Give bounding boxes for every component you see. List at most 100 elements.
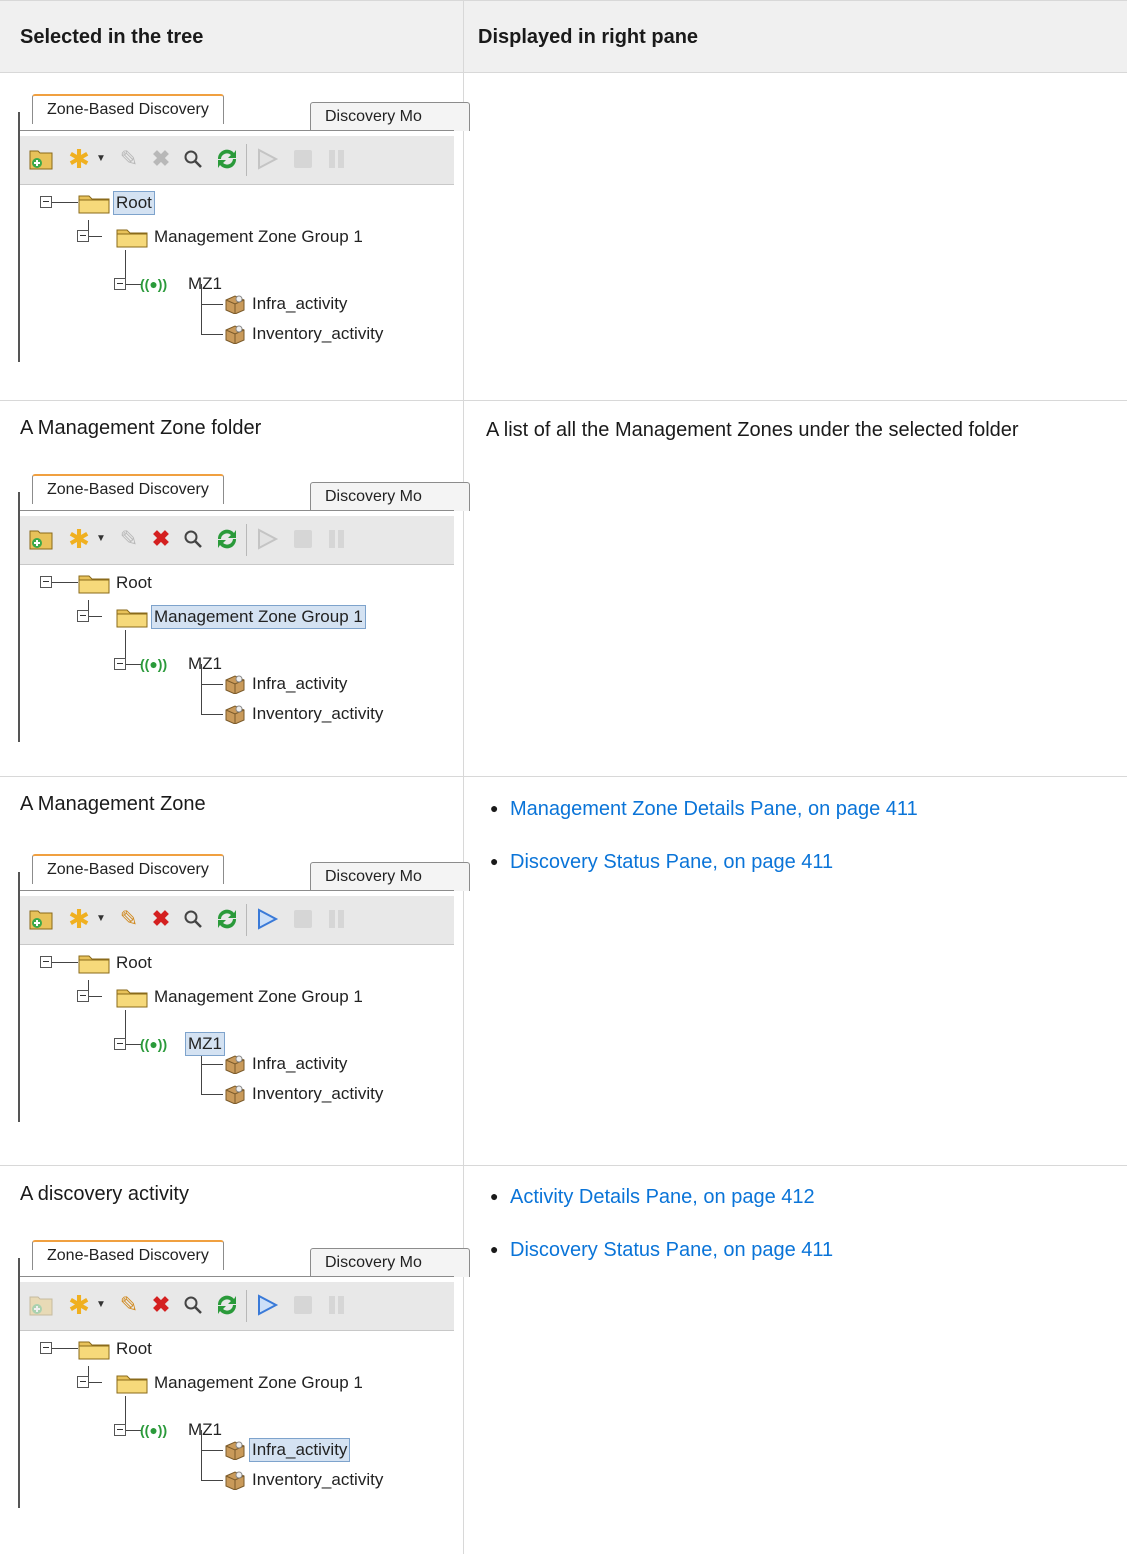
new-folder-icon[interactable] [28, 526, 54, 552]
package-box-icon [224, 324, 246, 345]
link-discovery-status[interactable]: Discovery Status Pane, on page 411 [510, 851, 833, 873]
tree-node-root[interactable]: Root [116, 572, 152, 594]
tree-node-group[interactable]: Management Zone Group 1 [154, 1372, 363, 1394]
edit-pencil-icon[interactable]: ✎ [116, 146, 142, 172]
tree-node-group[interactable]: Management Zone Group 1 [154, 226, 363, 248]
link-management-zone-details[interactable]: Management Zone Details Pane, on page 41… [510, 798, 918, 820]
tree-node-zone[interactable]: MZ1 [188, 273, 222, 295]
tab-underline [20, 130, 454, 131]
edit-pencil-icon[interactable]: ✎ [116, 1292, 142, 1318]
discovery-tree: ((●)) Root Management Zone Group 1 MZ1 Infra… [20, 952, 454, 1122]
list-item[interactable]: ● Discovery Status Pane, on page 411 [490, 847, 833, 876]
tree-node-activity[interactable]: Infra_activity [249, 1438, 351, 1462]
tree-node-root[interactable]: Root [116, 952, 152, 974]
tab-zone-based-discovery[interactable]: Zone-Based Discovery [32, 474, 224, 504]
tree-node-zone[interactable]: MZ1 [188, 1419, 222, 1441]
search-icon[interactable] [180, 526, 206, 552]
search-icon[interactable] [180, 906, 206, 932]
tab-underline [20, 890, 454, 891]
column-divider [463, 0, 464, 1554]
refresh-icon[interactable] [214, 906, 240, 932]
chevron-down-icon[interactable]: ▼ [88, 526, 114, 552]
tree-node-activity[interactable]: Inventory_activity [252, 323, 383, 345]
tree-node-group[interactable]: Management Zone Group 1 [151, 605, 366, 629]
tab-zone-based-discovery[interactable]: Zone-Based Discovery [32, 854, 224, 884]
chevron-down-icon[interactable]: ▼ [88, 146, 114, 172]
pause-icon[interactable] [324, 526, 350, 552]
new-folder-icon[interactable] [28, 146, 54, 172]
new-folder-icon[interactable] [28, 906, 54, 932]
delete-x-icon[interactable]: ✖ [148, 906, 174, 932]
tree-node-zone[interactable]: MZ1 [188, 653, 222, 675]
stop-icon[interactable] [290, 526, 316, 552]
list-item[interactable]: ● Activity Details Pane, on page 412 [490, 1182, 815, 1211]
collapse-icon[interactable] [77, 990, 89, 1002]
bullet: ● [490, 1241, 499, 1257]
tab-zone-based-discovery[interactable]: Zone-Based Discovery [32, 1240, 224, 1270]
refresh-icon[interactable] [214, 526, 240, 552]
tree-screenshot: Zone-Based Discovery Discovery Mo ✱ ▼ ✎ ✖ ((●)… [18, 852, 470, 1122]
collapse-icon[interactable] [77, 230, 89, 242]
run-icon[interactable] [254, 146, 280, 172]
header-displayed-in-right-pane: Displayed in right pane [478, 26, 699, 48]
tree-node-zone[interactable]: MZ1 [185, 1032, 225, 1056]
tree-node-activity[interactable]: Inventory_activity [252, 703, 383, 725]
tree-node-activity[interactable]: Infra_activity [252, 1053, 347, 1075]
chevron-down-icon[interactable]: ▼ [88, 1292, 114, 1318]
search-icon[interactable] [180, 1292, 206, 1318]
tab-zone-based-discovery[interactable]: Zone-Based Discovery [32, 94, 224, 124]
collapse-icon[interactable] [40, 196, 52, 208]
collapse-icon[interactable] [40, 1342, 52, 1354]
search-icon[interactable] [180, 146, 206, 172]
link-activity-details[interactable]: Activity Details Pane, on page 412 [510, 1186, 815, 1208]
pause-icon[interactable] [324, 906, 350, 932]
tree-node-activity[interactable]: Inventory_activity [252, 1083, 383, 1105]
tree-connector [52, 1348, 78, 1349]
tree-node-group[interactable]: Management Zone Group 1 [154, 986, 363, 1008]
tab-discovery-modules[interactable]: Discovery Mo [310, 1248, 470, 1277]
tab-discovery-modules[interactable]: Discovery Mo [310, 862, 470, 891]
refresh-icon[interactable] [214, 146, 240, 172]
folder-icon [78, 572, 110, 594]
edit-pencil-icon[interactable]: ✎ [116, 906, 142, 932]
collapse-icon[interactable] [40, 956, 52, 968]
tab-discovery-modules[interactable]: Discovery Mo [310, 102, 470, 131]
folder-icon [116, 226, 148, 248]
new-folder-icon[interactable] [28, 1292, 54, 1318]
pause-icon[interactable] [324, 1292, 350, 1318]
collapse-icon[interactable] [114, 1038, 126, 1050]
delete-x-icon[interactable]: ✖ [148, 146, 174, 172]
refresh-icon[interactable] [214, 1292, 240, 1318]
tree-connector [201, 684, 223, 685]
row2-selected-text: A Management Zone folder [20, 417, 262, 439]
collapse-icon[interactable] [114, 278, 126, 290]
stop-icon[interactable] [290, 146, 316, 172]
tree-node-activity[interactable]: Infra_activity [252, 293, 347, 315]
pause-icon[interactable] [324, 146, 350, 172]
delete-x-icon[interactable]: ✖ [148, 1292, 174, 1318]
chevron-down-icon[interactable]: ▼ [88, 906, 114, 932]
run-icon[interactable] [254, 526, 280, 552]
edit-pencil-icon[interactable]: ✎ [116, 526, 142, 552]
link-discovery-status[interactable]: Discovery Status Pane, on page 411 [510, 1239, 833, 1261]
stop-icon[interactable] [290, 906, 316, 932]
tree-node-root[interactable]: Root [113, 191, 155, 215]
collapse-icon[interactable] [40, 576, 52, 588]
collapse-icon[interactable] [77, 1376, 89, 1388]
tab-discovery-modules[interactable]: Discovery Mo [310, 482, 470, 511]
list-item[interactable]: ● Discovery Status Pane, on page 411 [490, 1235, 833, 1264]
tree-node-activity[interactable]: Inventory_activity [252, 1469, 383, 1491]
collapse-icon[interactable] [77, 610, 89, 622]
tree-node-activity[interactable]: Infra_activity [252, 673, 347, 695]
table-divider [0, 400, 1127, 401]
run-icon[interactable] [254, 1292, 280, 1318]
list-item[interactable]: ● Management Zone Details Pane, on page 4… [490, 794, 918, 823]
stop-icon[interactable] [290, 1292, 316, 1318]
delete-x-icon[interactable]: ✖ [148, 526, 174, 552]
toolbar-separator [246, 904, 247, 936]
tree-connector [52, 582, 78, 583]
collapse-icon[interactable] [114, 1424, 126, 1436]
run-icon[interactable] [254, 906, 280, 932]
collapse-icon[interactable] [114, 658, 126, 670]
tree-node-root[interactable]: Root [116, 1338, 152, 1360]
